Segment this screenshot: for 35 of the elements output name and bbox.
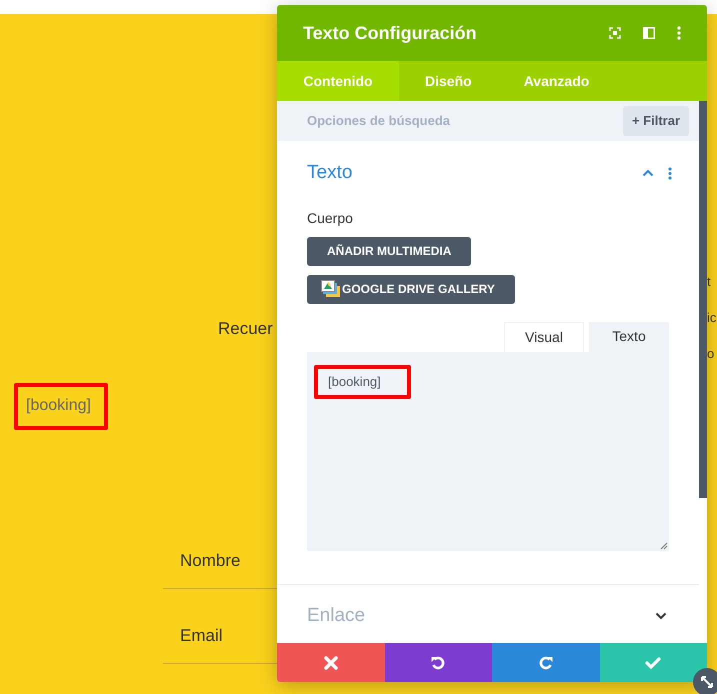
add-media-button[interactable]: AÑADIR MULTIMEDIA (307, 236, 472, 266)
form-field-label: Nombre (180, 550, 240, 572)
text-fragment: o (707, 345, 716, 363)
panel-title: Texto Configuración (303, 22, 478, 45)
editor-tab[interactable]: Texto (589, 322, 669, 352)
intro-text: Recuer (218, 318, 273, 340)
chevron-up-icon[interactable] (642, 169, 654, 178)
undo-button[interactable] (384, 643, 492, 682)
form-field-label: Email (180, 625, 223, 647)
discard-button[interactable] (277, 643, 384, 682)
text-fragment: t (707, 273, 712, 291)
undo-icon (430, 654, 446, 670)
resize-handle[interactable] (693, 668, 717, 694)
sidebar-layout-icon[interactable] (643, 27, 655, 39)
drive-gallery-button[interactable]: GOOGLE DRIVE GALLERY (307, 274, 515, 304)
text-editor[interactable]: [booking] (307, 352, 669, 550)
drive-gallery-icon (321, 280, 341, 298)
shortcode-text: [booking] (14, 382, 108, 430)
filter-button[interactable]: + Filtrar (622, 106, 689, 136)
editor-tab[interactable]: Visual (504, 322, 584, 352)
section-title[interactable]: Texto (307, 159, 642, 188)
more-options-icon[interactable] (668, 166, 672, 180)
chevron-down-icon[interactable] (655, 612, 667, 620)
resize-arrows-icon (700, 675, 714, 689)
more-options-icon[interactable] (677, 26, 681, 40)
save-button[interactable] (600, 643, 707, 682)
scrollbar[interactable] (699, 101, 707, 498)
editor-text: [booking] (314, 364, 411, 398)
redo-icon (538, 654, 554, 670)
resize-grip-icon[interactable] (660, 542, 668, 550)
check-icon (645, 656, 662, 670)
field-label: Cuerpo (307, 208, 354, 228)
close-icon (324, 656, 338, 670)
text-fragment: ic (707, 309, 716, 327)
fullscreen-icon[interactable] (609, 27, 621, 39)
